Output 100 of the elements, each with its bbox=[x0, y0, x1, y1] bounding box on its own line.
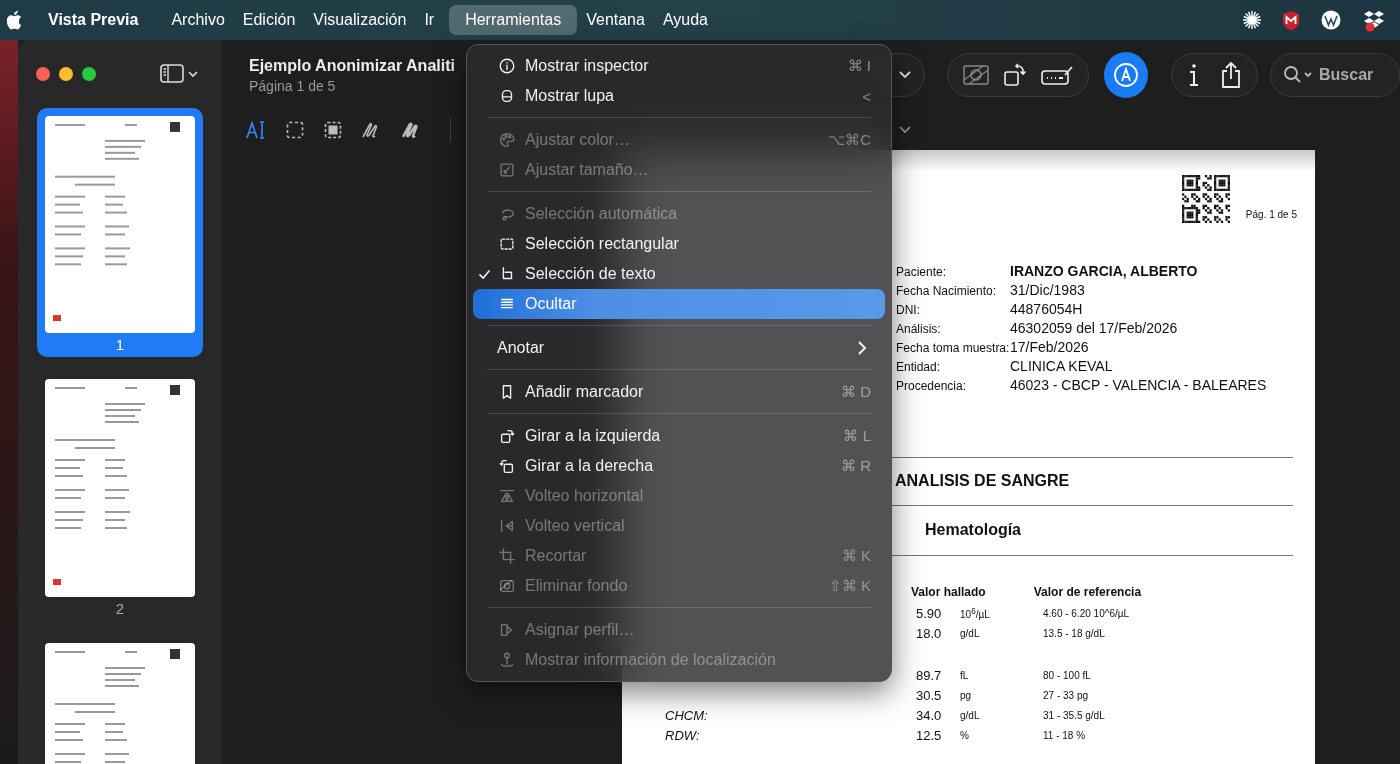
chevron-down-icon[interactable] bbox=[899, 125, 911, 135]
dashed-rectangle-icon[interactable] bbox=[286, 121, 304, 139]
app-menu[interactable]: Vista Previa bbox=[48, 11, 139, 29]
menu-bar-item[interactable]: Ventana bbox=[577, 5, 654, 35]
close-button[interactable] bbox=[36, 67, 50, 81]
qr-code bbox=[1181, 175, 1230, 223]
reference-range: 11 - 18 % bbox=[1043, 729, 1086, 741]
shortcut-label: ⇧⌘ K bbox=[828, 577, 871, 595]
unit-label: 10$^{6}$/µL bbox=[960, 609, 990, 621]
result-value: 89.7 bbox=[916, 667, 942, 683]
field-label: Análisis: bbox=[896, 322, 942, 336]
rotate-left-icon bbox=[498, 427, 516, 445]
menu-item[interactable]: Girar a la izquierda ⌘ L bbox=[473, 421, 885, 451]
shield-icon[interactable] bbox=[1282, 9, 1300, 31]
field-value: 44876054H bbox=[1010, 301, 1084, 317]
filled-rectangle-icon[interactable] bbox=[324, 121, 342, 139]
window-title: Ejemplo Anonimizar Analiti bbox=[249, 56, 455, 75]
column-header: Valor hallado bbox=[911, 585, 986, 599]
menu-item[interactable]: Selección de texto bbox=[473, 259, 885, 289]
field-value: 46302059 del 17/Feb/2026 bbox=[1010, 320, 1179, 336]
page-indicator: Página 1 de 5 bbox=[249, 77, 336, 94]
reference-range: 27 - 33 pg bbox=[1043, 689, 1089, 701]
share-icon[interactable] bbox=[1219, 61, 1242, 89]
menu-item[interactable]: Mostrar inspector ⌘ I bbox=[473, 51, 885, 81]
starburst-icon[interactable] bbox=[1242, 10, 1262, 30]
menu-bar-item[interactable]: Ir bbox=[415, 5, 444, 35]
reference-range: 31 - 35.5 g/dL bbox=[1043, 709, 1105, 721]
menu-bar-item[interactable]: Herramientas bbox=[449, 5, 578, 35]
menu-bar-item[interactable]: Ayuda bbox=[653, 5, 717, 35]
menu-item[interactable]: Selección rectangular bbox=[473, 229, 885, 259]
reference-range: 4.60 - 6.20 10^6/µL bbox=[1043, 607, 1130, 619]
menu-bar-item[interactable]: Visualización bbox=[304, 5, 416, 35]
field-label: Paciente: bbox=[896, 265, 948, 279]
unit-label: g/dL bbox=[960, 709, 980, 721]
unit-label: fL bbox=[960, 669, 969, 681]
minimize-button[interactable] bbox=[59, 67, 73, 81]
field-value: IRANZO GARCIA, ALBERTO bbox=[1010, 263, 1199, 279]
shortcut-label: ⌘ I bbox=[847, 57, 871, 75]
field-value: CLINICA KEVAL bbox=[1010, 358, 1114, 374]
shortcut-label: ⌥⌘C bbox=[828, 131, 871, 149]
menu-item[interactable]: Ocultar bbox=[473, 289, 885, 319]
flip-vertical-icon bbox=[498, 517, 516, 535]
reference-range: 80 - 100 fL bbox=[1043, 669, 1091, 681]
checkmark-icon bbox=[477, 267, 491, 281]
unit-label: % bbox=[960, 729, 969, 741]
resize-icon bbox=[498, 161, 516, 179]
chevron-right-icon bbox=[857, 340, 867, 356]
result-value: 5.90 bbox=[916, 605, 942, 621]
image-adjust-icon[interactable] bbox=[963, 64, 989, 86]
apple-logo-icon[interactable] bbox=[6, 9, 24, 31]
menu-item[interactable]: Añadir marcador ⌘ D bbox=[473, 377, 885, 407]
page-label: Pág. 1 de 5 bbox=[1245, 209, 1297, 220]
field-label: DNI: bbox=[896, 303, 921, 317]
column-header: Valor de referencia bbox=[1033, 585, 1142, 599]
result-value: 12.5 bbox=[916, 727, 942, 743]
menu-item[interactable]: Mostrar lupa < bbox=[473, 81, 885, 111]
reference-range: 13.5 - 18 g/dL bbox=[1043, 627, 1105, 639]
test-name: CHCM: bbox=[665, 707, 708, 723]
submenu-item[interactable]: Anotar bbox=[473, 333, 885, 363]
shortcut-label: < bbox=[862, 87, 871, 105]
dashed-rectangle-icon bbox=[498, 235, 516, 253]
test-name: RDW: bbox=[665, 727, 700, 743]
unit-label: pg bbox=[960, 689, 972, 701]
rotate-icon[interactable] bbox=[1003, 63, 1028, 87]
unit-label: g/dL bbox=[960, 627, 980, 639]
text-tool-icon[interactable] bbox=[246, 120, 266, 140]
menu-bar-item[interactable]: Archivo bbox=[162, 5, 234, 35]
shortcut-label: ⌘ L bbox=[843, 427, 871, 445]
remove-background-icon bbox=[498, 577, 516, 595]
menu-bar-item[interactable]: Edición bbox=[233, 5, 305, 35]
page-number: 1 bbox=[115, 336, 125, 353]
sidebar-toggle-icon[interactable] bbox=[160, 64, 198, 84]
report-title: ANALISIS DE SANGRE bbox=[895, 472, 1070, 491]
page-thumbnail[interactable]: 1 bbox=[37, 108, 203, 357]
field-label: Entidad: bbox=[896, 360, 942, 374]
zoom-button[interactable] bbox=[82, 67, 96, 81]
field-value: 17/Feb/2026 bbox=[1010, 339, 1090, 355]
search-icon bbox=[1283, 65, 1315, 85]
shortcut-label: ⌘ K bbox=[841, 547, 871, 565]
field-value: 31/Dic/1983 bbox=[1010, 282, 1086, 298]
markup-button[interactable] bbox=[1104, 52, 1149, 98]
menu-item[interactable]: Girar a la derecha ⌘ R bbox=[473, 451, 885, 481]
page-number: 2 bbox=[115, 600, 125, 617]
field-label: Fecha Nacimiento: bbox=[896, 284, 998, 298]
palette-icon bbox=[498, 131, 516, 149]
shortcut-label: ⌘ R bbox=[841, 457, 871, 475]
rotate-right-icon bbox=[498, 457, 516, 475]
result-value: 18.0 bbox=[916, 625, 942, 641]
flip-horizontal-icon bbox=[498, 487, 516, 505]
crop-icon bbox=[498, 547, 516, 565]
info-icon bbox=[498, 57, 516, 75]
result-value: 34.0 bbox=[916, 707, 942, 723]
field-label: Fecha toma muestra: bbox=[896, 341, 1010, 355]
search-field[interactable]: Buscar bbox=[1270, 53, 1400, 97]
page-thumbnail[interactable]: 2 bbox=[37, 371, 203, 621]
signature-icon[interactable] bbox=[1041, 64, 1074, 86]
field-label: Procedencia: bbox=[896, 379, 968, 393]
result-value: 30.5 bbox=[916, 687, 942, 703]
section-title: Hematología bbox=[925, 521, 1021, 540]
chevron-down-icon bbox=[897, 70, 912, 80]
